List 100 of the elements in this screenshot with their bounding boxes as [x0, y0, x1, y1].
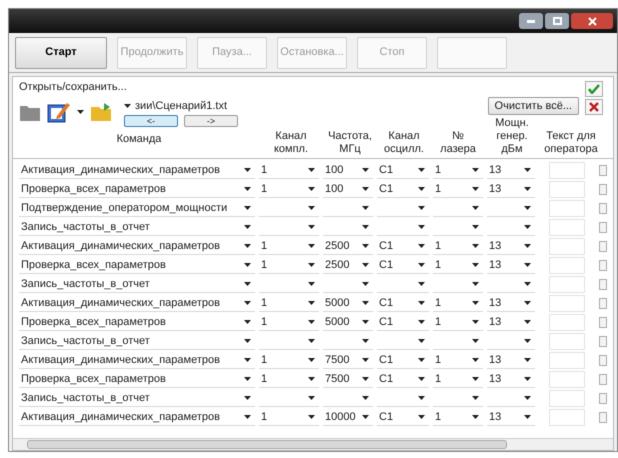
row-checkbox[interactable] [599, 393, 607, 404]
dropdown-field[interactable]: 1 [433, 162, 483, 179]
row-checkbox[interactable] [599, 374, 607, 385]
row-checkbox[interactable] [599, 184, 607, 195]
dropdown-field[interactable]: 13 [487, 257, 535, 274]
dropdown-field[interactable]: 2500 [323, 238, 373, 255]
operator-text-field[interactable] [549, 200, 586, 217]
dropdown-field[interactable]: C1 [377, 314, 429, 331]
row-checkbox[interactable] [599, 336, 607, 347]
dropdown-field[interactable]: Активация_динамических_параметров [19, 409, 255, 426]
forward-button[interactable]: -> [184, 115, 238, 127]
row-checkbox[interactable] [599, 260, 607, 271]
operator-text-field[interactable] [549, 409, 586, 426]
dropdown-field[interactable]: 13 [487, 409, 535, 426]
dropdown-field[interactable]: C1 [377, 409, 429, 426]
dropdown-field[interactable]: C1 [377, 162, 429, 179]
toolbar-button[interactable]: Старт [15, 36, 107, 68]
row-checkbox[interactable] [599, 355, 607, 366]
close-button[interactable] [571, 13, 613, 29]
operator-text-field[interactable] [549, 333, 586, 350]
clear-all-button[interactable]: Очистить всё... [488, 97, 579, 115]
edit-icon[interactable] [47, 101, 71, 124]
dropdown-field[interactable]: 1 [259, 181, 319, 198]
confirm-button[interactable] [585, 81, 603, 97]
dropdown-field[interactable]: 13 [487, 352, 535, 369]
dropdown-field[interactable]: 13 [487, 238, 535, 255]
dropdown-field[interactable]: 1 [259, 409, 319, 426]
row-checkbox[interactable] [599, 222, 607, 233]
dropdown-field[interactable]: 100 [323, 181, 373, 198]
cancel-button[interactable] [585, 99, 603, 115]
dropdown-field[interactable]: 7500 [323, 352, 373, 369]
operator-text-field[interactable] [549, 352, 586, 369]
operator-text-field[interactable] [549, 238, 586, 255]
dropdown-field[interactable]: C1 [377, 371, 429, 388]
dropdown-field[interactable]: 1 [433, 295, 483, 312]
dropdown-field[interactable]: Запись_частоты_в_отчет [19, 219, 255, 236]
dropdown-field[interactable]: 2500 [323, 257, 373, 274]
operator-text-field[interactable] [549, 181, 586, 198]
dropdown-field[interactable]: 1 [259, 295, 319, 312]
row-checkbox[interactable] [599, 279, 607, 290]
operator-text-field[interactable] [549, 314, 586, 331]
open-folder-icon[interactable] [90, 102, 114, 122]
dropdown-field[interactable]: 5000 [323, 314, 373, 331]
operator-text-field[interactable] [549, 390, 586, 407]
maximize-button[interactable] [545, 13, 569, 29]
dropdown-field[interactable]: 10000 [323, 409, 373, 426]
dropdown-field[interactable]: C1 [377, 352, 429, 369]
dropdown-field[interactable]: 1 [259, 162, 319, 179]
dropdown-field[interactable]: 1 [433, 409, 483, 426]
row-checkbox[interactable] [599, 298, 607, 309]
dropdown-field[interactable]: Подтверждение_оператором_мощности [19, 200, 255, 217]
dropdown-field[interactable]: 13 [487, 181, 535, 198]
dropdown-field[interactable]: C1 [377, 238, 429, 255]
dropdown-field[interactable]: 13 [487, 371, 535, 388]
row-checkbox[interactable] [599, 317, 607, 328]
dropdown-field[interactable]: 1 [259, 238, 319, 255]
back-button[interactable]: <- [124, 115, 178, 127]
row-checkbox[interactable] [599, 203, 607, 214]
dropdown-field[interactable]: Запись_частоты_в_отчет [19, 333, 255, 350]
dropdown-field[interactable]: 1 [259, 257, 319, 274]
dropdown-field[interactable]: 1 [433, 314, 483, 331]
dropdown-field[interactable]: Проверка_всех_параметров [19, 314, 255, 331]
dropdown-field[interactable]: C1 [377, 257, 429, 274]
dropdown-field[interactable]: C1 [377, 181, 429, 198]
dropdown-field[interactable]: 5000 [323, 295, 373, 312]
dropdown-field[interactable]: 1 [259, 314, 319, 331]
operator-text-field[interactable] [549, 295, 586, 312]
row-checkbox[interactable] [599, 241, 607, 252]
operator-text-field[interactable] [549, 219, 586, 236]
dropdown-field[interactable]: Запись_частоты_в_отчет [19, 276, 255, 293]
dropdown-field[interactable]: 1 [433, 181, 483, 198]
minimize-button[interactable] [519, 13, 543, 29]
dropdown-field[interactable]: 1 [433, 238, 483, 255]
row-checkbox[interactable] [599, 165, 607, 176]
dropdown-field[interactable]: 1 [433, 352, 483, 369]
operator-text-field[interactable] [549, 257, 586, 274]
dropdown-field[interactable]: 1 [259, 352, 319, 369]
dropdown-field[interactable]: Проверка_всех_параметров [19, 371, 255, 388]
dropdown-field[interactable]: Активация_динамических_параметров [19, 352, 255, 369]
dropdown-field[interactable]: 7500 [323, 371, 373, 388]
dropdown-field[interactable]: Проверка_всех_параметров [19, 181, 255, 198]
operator-text-field[interactable] [549, 371, 586, 388]
dropdown-field[interactable]: Активация_динамических_параметров [19, 238, 255, 255]
open-save-label: Открыть/сохранить... [19, 80, 128, 95]
dropdown-field[interactable]: 1 [433, 371, 483, 388]
dropdown-field[interactable]: C1 [377, 295, 429, 312]
horizontal-scrollbar[interactable] [13, 438, 613, 450]
row-checkbox[interactable] [599, 412, 607, 423]
dropdown-field[interactable]: 100 [323, 162, 373, 179]
operator-text-field[interactable] [549, 162, 586, 179]
operator-text-field[interactable] [549, 276, 586, 293]
dropdown-field[interactable]: Запись_частоты_в_отчет [19, 390, 255, 407]
dropdown-field[interactable]: Проверка_всех_параметров [19, 257, 255, 274]
dropdown-field[interactable]: 1 [433, 257, 483, 274]
dropdown-field[interactable]: Активация_динамических_параметров [19, 295, 255, 312]
dropdown-field[interactable]: 13 [487, 162, 535, 179]
dropdown-field[interactable]: Активация_динамических_параметров [19, 162, 255, 179]
dropdown-field[interactable]: 13 [487, 314, 535, 331]
dropdown-field[interactable]: 13 [487, 295, 535, 312]
dropdown-field[interactable]: 1 [259, 371, 319, 388]
